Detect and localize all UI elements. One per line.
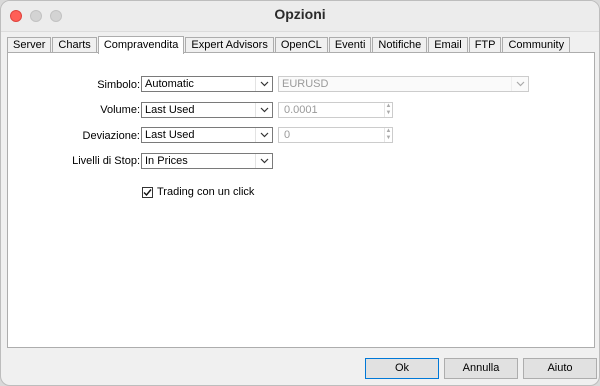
chevron-down-icon: [255, 154, 272, 168]
chevron-down-icon: [255, 77, 272, 91]
tab-charts[interactable]: Charts: [52, 37, 97, 53]
volume-select-value: Last Used: [145, 104, 195, 116]
dialog-buttons: Ok Annulla Aiuto: [1, 351, 599, 385]
tab-ftp[interactable]: FTP: [468, 37, 502, 53]
ok-button[interactable]: Ok: [365, 358, 439, 379]
help-button[interactable]: Aiuto: [523, 358, 597, 379]
titlebar: Opzioni: [1, 1, 599, 32]
symbol-select-value: Automatic: [145, 78, 194, 90]
checkmark-icon: [143, 188, 152, 196]
symbol-select[interactable]: Automatic: [141, 76, 273, 92]
one-click-trading-option[interactable]: Trading con un click: [142, 186, 254, 198]
cancel-button[interactable]: Annulla: [444, 358, 518, 379]
stop-levels-select-value: In Prices: [145, 155, 188, 167]
spin-arrows-icon[interactable]: ▲ ▼: [384, 103, 392, 117]
tab-eventi[interactable]: Eventi: [328, 37, 372, 53]
one-click-trading-label: Trading con un click: [157, 186, 255, 198]
stop-levels-select[interactable]: In Prices: [141, 153, 273, 169]
trading-settings-panel: Simbolo: Automatic EURUSD Volume: Last U…: [7, 52, 595, 348]
deviation-label: Deviazione:: [82, 130, 140, 142]
tab-opencl[interactable]: OpenCL: [274, 37, 328, 53]
volume-label: Volume:: [100, 104, 140, 116]
chevron-down-icon: [255, 128, 272, 142]
deviation-spinner[interactable]: 0 ▲ ▼: [278, 127, 393, 143]
tab-community[interactable]: Community: [502, 37, 571, 53]
volume-spinner[interactable]: 0.0001 ▲ ▼: [278, 102, 393, 118]
tab-bar: Server Charts Compravendita Expert Advis…: [7, 35, 571, 54]
tab-notifiche[interactable]: Notifiche: [372, 37, 428, 53]
stop-levels-label: Livelli di Stop:: [72, 155, 140, 167]
chevron-down-icon: [511, 77, 528, 91]
spin-arrows-icon[interactable]: ▲ ▼: [384, 128, 392, 142]
volume-spinner-value: 0.0001: [284, 104, 318, 116]
tab-server[interactable]: Server: [7, 37, 52, 53]
one-click-trading-checkbox[interactable]: [142, 186, 153, 198]
tab-email[interactable]: Email: [428, 37, 468, 53]
deviation-select-value: Last Used: [145, 129, 195, 141]
symbol-name-value: EURUSD: [282, 78, 329, 90]
tab-compravendita[interactable]: Compravendita: [97, 36, 185, 54]
symbol-label: Simbolo:: [97, 79, 140, 91]
tab-expert-advisors[interactable]: Expert Advisors: [185, 37, 274, 53]
deviation-spinner-value: 0: [284, 129, 291, 141]
chevron-down-icon: [255, 103, 272, 117]
volume-select[interactable]: Last Used: [141, 102, 273, 118]
symbol-name-select[interactable]: EURUSD: [278, 76, 529, 92]
options-window: Opzioni Server Charts Compravendita Expe…: [0, 0, 600, 386]
window-title: Opzioni: [274, 6, 326, 22]
deviation-select[interactable]: Last Used: [141, 127, 273, 143]
